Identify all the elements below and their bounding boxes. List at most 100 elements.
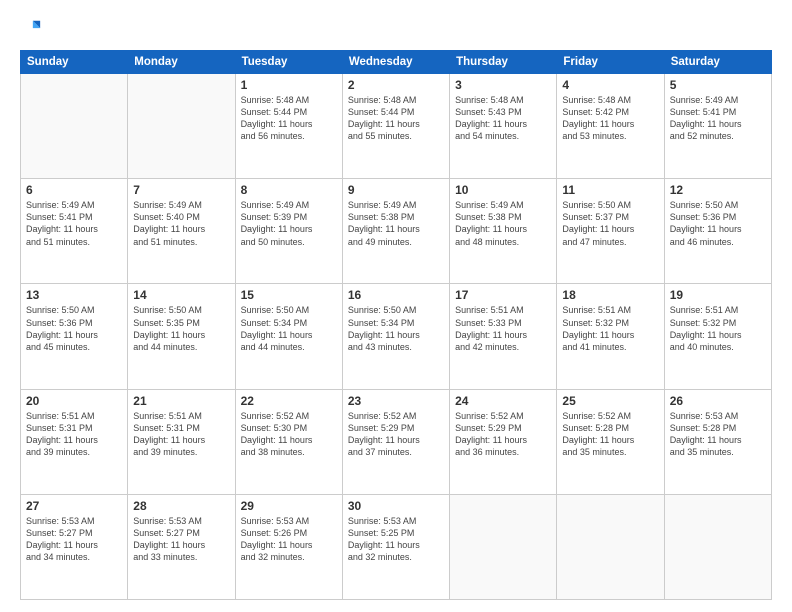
day-detail: Sunrise: 5:49 AM Sunset: 5:41 PM Dayligh… <box>670 94 766 143</box>
day-number: 19 <box>670 288 766 302</box>
day-detail: Sunrise: 5:49 AM Sunset: 5:41 PM Dayligh… <box>26 199 122 248</box>
day-detail: Sunrise: 5:52 AM Sunset: 5:29 PM Dayligh… <box>455 410 551 459</box>
day-detail: Sunrise: 5:52 AM Sunset: 5:28 PM Dayligh… <box>562 410 658 459</box>
day-number: 7 <box>133 183 229 197</box>
calendar-cell: 21Sunrise: 5:51 AM Sunset: 5:31 PM Dayli… <box>128 389 235 494</box>
day-number: 5 <box>670 78 766 92</box>
day-detail: Sunrise: 5:48 AM Sunset: 5:42 PM Dayligh… <box>562 94 658 143</box>
calendar-cell: 9Sunrise: 5:49 AM Sunset: 5:38 PM Daylig… <box>342 179 449 284</box>
day-detail: Sunrise: 5:49 AM Sunset: 5:39 PM Dayligh… <box>241 199 337 248</box>
day-detail: Sunrise: 5:53 AM Sunset: 5:28 PM Dayligh… <box>670 410 766 459</box>
day-number: 4 <box>562 78 658 92</box>
day-number: 23 <box>348 394 444 408</box>
calendar-header: SundayMondayTuesdayWednesdayThursdayFrid… <box>21 51 772 74</box>
day-number: 20 <box>26 394 122 408</box>
calendar-body: 1 Sunrise: 5:48 AM Sunset: 5:44 PM Daylig… <box>21 74 772 600</box>
day-number: 3 <box>455 78 551 92</box>
day-detail: Sunrise: 5:48 AM Sunset: 5:44 PM Dayligh… <box>241 94 337 143</box>
day-number: 16 <box>348 288 444 302</box>
calendar-cell: 18 Sunrise: 5:51 AM Sunset: 5:32 PM Dayli… <box>557 284 664 389</box>
day-number: 6 <box>26 183 122 197</box>
calendar-cell: 29Sunrise: 5:53 AM Sunset: 5:26 PM Dayli… <box>235 494 342 599</box>
calendar-cell: 5 Sunrise: 5:49 AM Sunset: 5:41 PM Daylig… <box>664 74 771 179</box>
day-detail: Sunrise: 5:53 AM Sunset: 5:25 PM Dayligh… <box>348 515 444 564</box>
day-detail: Sunrise: 5:51 AM Sunset: 5:31 PM Dayligh… <box>133 410 229 459</box>
day-detail: Sunrise: 5:50 AM Sunset: 5:37 PM Dayligh… <box>562 199 658 248</box>
day-detail: Sunrise: 5:50 AM Sunset: 5:36 PM Dayligh… <box>26 304 122 353</box>
calendar-week-row: 27 Sunrise: 5:53 AM Sunset: 5:27 PM Dayli… <box>21 494 772 599</box>
calendar-week-row: 13 Sunrise: 5:50 AM Sunset: 5:36 PM Dayli… <box>21 284 772 389</box>
calendar: SundayMondayTuesdayWednesdayThursdayFrid… <box>20 50 772 600</box>
calendar-cell: 20 Sunrise: 5:51 AM Sunset: 5:31 PM Dayli… <box>21 389 128 494</box>
day-detail: Sunrise: 5:52 AM Sunset: 5:30 PM Dayligh… <box>241 410 337 459</box>
calendar-cell: 25 Sunrise: 5:52 AM Sunset: 5:28 PM Dayli… <box>557 389 664 494</box>
weekday-header: Monday <box>128 51 235 74</box>
day-detail: Sunrise: 5:51 AM Sunset: 5:32 PM Dayligh… <box>670 304 766 353</box>
calendar-cell: 4 Sunrise: 5:48 AM Sunset: 5:42 PM Daylig… <box>557 74 664 179</box>
day-number: 18 <box>562 288 658 302</box>
day-number: 25 <box>562 394 658 408</box>
day-number: 13 <box>26 288 122 302</box>
day-detail: Sunrise: 5:49 AM Sunset: 5:40 PM Dayligh… <box>133 199 229 248</box>
day-number: 2 <box>348 78 444 92</box>
calendar-cell: 11 Sunrise: 5:50 AM Sunset: 5:37 PM Dayli… <box>557 179 664 284</box>
day-number: 22 <box>241 394 337 408</box>
day-detail: Sunrise: 5:49 AM Sunset: 5:38 PM Dayligh… <box>455 199 551 248</box>
day-number: 14 <box>133 288 229 302</box>
calendar-cell: 23 Sunrise: 5:52 AM Sunset: 5:29 PM Dayli… <box>342 389 449 494</box>
day-number: 1 <box>241 78 337 92</box>
day-detail: Sunrise: 5:50 AM Sunset: 5:34 PM Dayligh… <box>241 304 337 353</box>
day-number: 30 <box>348 499 444 513</box>
calendar-cell: 24Sunrise: 5:52 AM Sunset: 5:29 PM Dayli… <box>450 389 557 494</box>
day-number: 8 <box>241 183 337 197</box>
day-number: 26 <box>670 394 766 408</box>
calendar-cell: 22 Sunrise: 5:52 AM Sunset: 5:30 PM Dayli… <box>235 389 342 494</box>
day-number: 9 <box>348 183 444 197</box>
calendar-cell: 13 Sunrise: 5:50 AM Sunset: 5:36 PM Dayli… <box>21 284 128 389</box>
day-detail: Sunrise: 5:51 AM Sunset: 5:32 PM Dayligh… <box>562 304 658 353</box>
calendar-cell: 7 Sunrise: 5:49 AM Sunset: 5:40 PM Daylig… <box>128 179 235 284</box>
day-detail: Sunrise: 5:53 AM Sunset: 5:27 PM Dayligh… <box>26 515 122 564</box>
calendar-cell: 14 Sunrise: 5:50 AM Sunset: 5:35 PM Dayli… <box>128 284 235 389</box>
calendar-cell: 19 Sunrise: 5:51 AM Sunset: 5:32 PM Dayli… <box>664 284 771 389</box>
calendar-cell: 16 Sunrise: 5:50 AM Sunset: 5:34 PM Dayli… <box>342 284 449 389</box>
calendar-cell: 27 Sunrise: 5:53 AM Sunset: 5:27 PM Dayli… <box>21 494 128 599</box>
weekday-header: Wednesday <box>342 51 449 74</box>
day-detail: Sunrise: 5:52 AM Sunset: 5:29 PM Dayligh… <box>348 410 444 459</box>
weekday-header: Friday <box>557 51 664 74</box>
weekday-header: Sunday <box>21 51 128 74</box>
calendar-cell: 2 Sunrise: 5:48 AM Sunset: 5:44 PM Daylig… <box>342 74 449 179</box>
day-number: 12 <box>670 183 766 197</box>
calendar-cell: 12 Sunrise: 5:50 AM Sunset: 5:36 PM Dayli… <box>664 179 771 284</box>
calendar-cell: 10 Sunrise: 5:49 AM Sunset: 5:38 PM Dayli… <box>450 179 557 284</box>
day-number: 15 <box>241 288 337 302</box>
calendar-cell: 3Sunrise: 5:48 AM Sunset: 5:43 PM Daylig… <box>450 74 557 179</box>
calendar-cell: 6 Sunrise: 5:49 AM Sunset: 5:41 PM Daylig… <box>21 179 128 284</box>
calendar-cell: 8 Sunrise: 5:49 AM Sunset: 5:39 PM Daylig… <box>235 179 342 284</box>
logo <box>20 18 46 40</box>
day-detail: Sunrise: 5:50 AM Sunset: 5:34 PM Dayligh… <box>348 304 444 353</box>
day-number: 27 <box>26 499 122 513</box>
calendar-cell: 30 Sunrise: 5:53 AM Sunset: 5:25 PM Dayli… <box>342 494 449 599</box>
day-detail: Sunrise: 5:48 AM Sunset: 5:44 PM Dayligh… <box>348 94 444 143</box>
calendar-week-row: 1 Sunrise: 5:48 AM Sunset: 5:44 PM Daylig… <box>21 74 772 179</box>
page: SundayMondayTuesdayWednesdayThursdayFrid… <box>0 0 792 612</box>
weekday-header: Tuesday <box>235 51 342 74</box>
calendar-cell: 26 Sunrise: 5:53 AM Sunset: 5:28 PM Dayli… <box>664 389 771 494</box>
day-number: 28 <box>133 499 229 513</box>
calendar-cell: 1 Sunrise: 5:48 AM Sunset: 5:44 PM Daylig… <box>235 74 342 179</box>
day-detail: Sunrise: 5:53 AM Sunset: 5:26 PM Dayligh… <box>241 515 337 564</box>
day-number: 17 <box>455 288 551 302</box>
weekday-header: Thursday <box>450 51 557 74</box>
calendar-cell <box>21 74 128 179</box>
calendar-cell: 17 Sunrise: 5:51 AM Sunset: 5:33 PM Dayli… <box>450 284 557 389</box>
day-detail: Sunrise: 5:50 AM Sunset: 5:36 PM Dayligh… <box>670 199 766 248</box>
day-number: 11 <box>562 183 658 197</box>
day-number: 10 <box>455 183 551 197</box>
day-detail: Sunrise: 5:51 AM Sunset: 5:33 PM Dayligh… <box>455 304 551 353</box>
day-detail: Sunrise: 5:50 AM Sunset: 5:35 PM Dayligh… <box>133 304 229 353</box>
header <box>20 18 772 40</box>
day-detail: Sunrise: 5:51 AM Sunset: 5:31 PM Dayligh… <box>26 410 122 459</box>
calendar-cell <box>128 74 235 179</box>
calendar-cell: 15 Sunrise: 5:50 AM Sunset: 5:34 PM Dayli… <box>235 284 342 389</box>
